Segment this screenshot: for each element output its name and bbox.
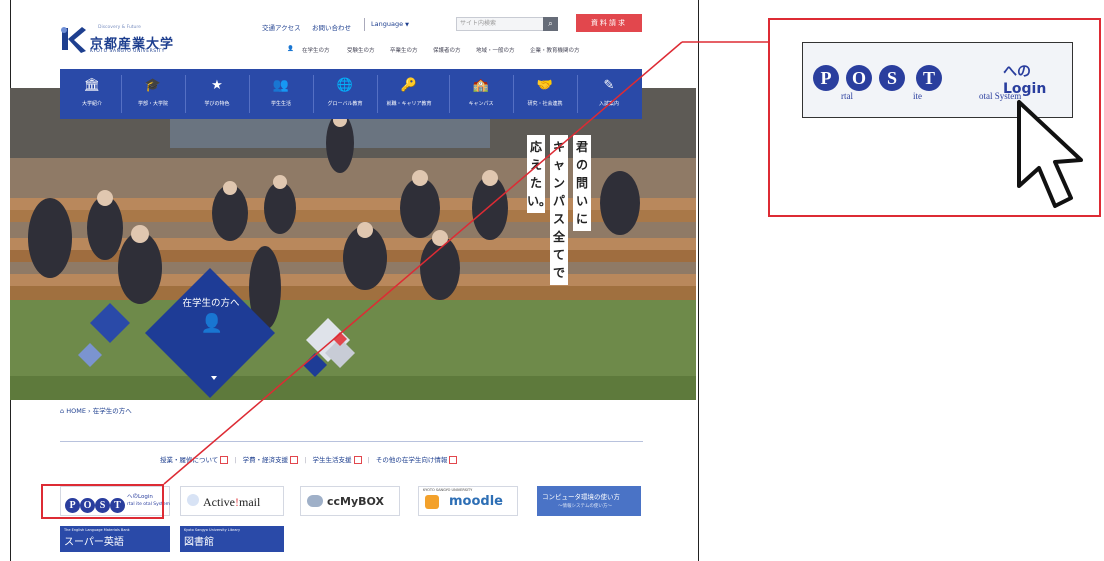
mouse-cursor-icon	[1017, 100, 1083, 208]
callout-post-logo: POST	[813, 65, 942, 91]
callout-subword-1: rtal	[841, 91, 853, 101]
callout-subword-2: ite	[913, 91, 922, 101]
